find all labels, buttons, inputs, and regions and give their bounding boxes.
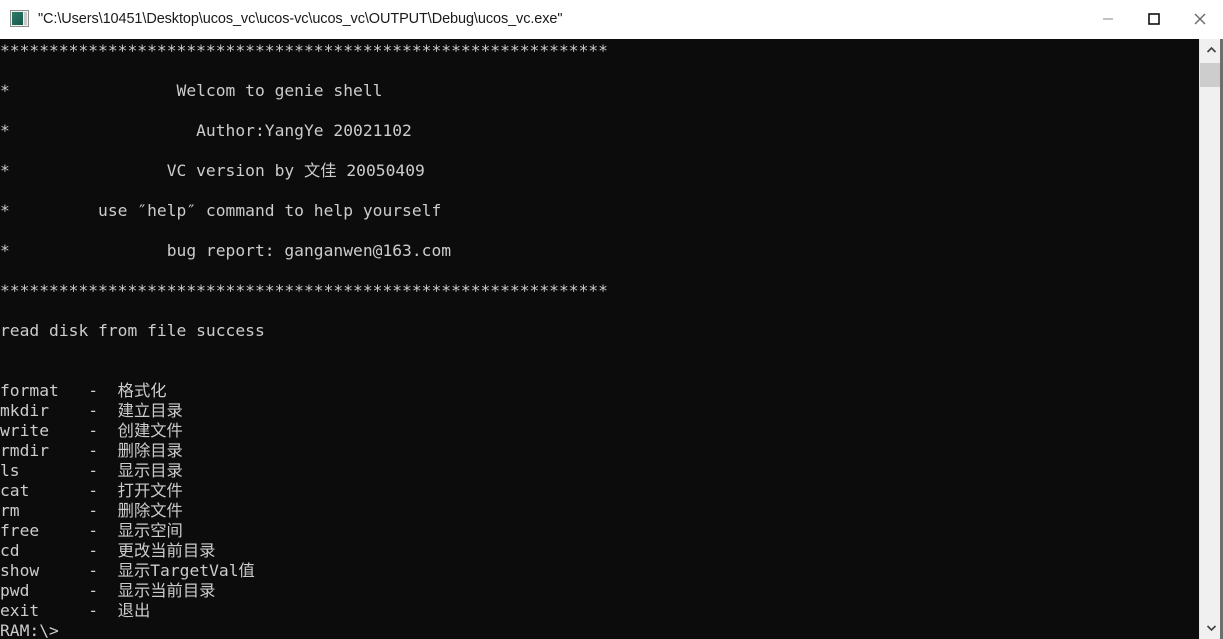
chevron-up-icon <box>1206 46 1217 53</box>
titlebar[interactable]: "C:\Users\10451\Desktop\ucos_vc\ucos-vc\… <box>0 0 1223 39</box>
vertical-scrollbar[interactable] <box>1199 39 1223 639</box>
console-app-icon <box>10 10 30 28</box>
console-body: ****************************************… <box>0 39 1223 639</box>
window-controls <box>1085 0 1223 38</box>
close-button[interactable] <box>1177 0 1223 38</box>
console-window: "C:\Users\10451\Desktop\ucos_vc\ucos-vc\… <box>0 0 1223 639</box>
chevron-down-icon <box>1206 625 1217 632</box>
maximize-button[interactable] <box>1131 0 1177 38</box>
terminal-output-area[interactable]: ****************************************… <box>0 39 1199 639</box>
minimize-button[interactable] <box>1085 0 1131 38</box>
close-icon <box>1194 13 1206 25</box>
maximize-icon <box>1148 13 1160 25</box>
window-title: "C:\Users\10451\Desktop\ucos_vc\ucos-vc\… <box>38 11 563 27</box>
terminal-text: ****************************************… <box>0 41 608 639</box>
minimize-icon <box>1103 18 1113 20</box>
